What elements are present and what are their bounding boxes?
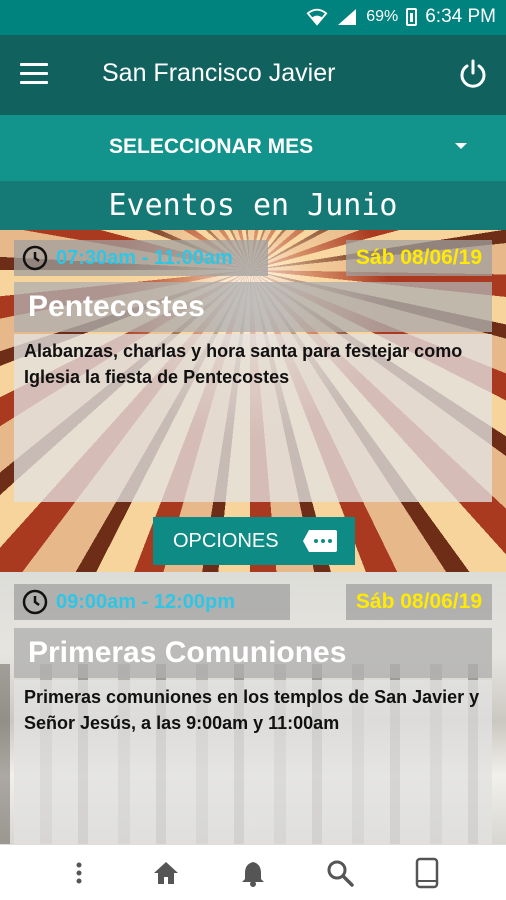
home-icon[interactable] <box>150 857 182 889</box>
event-time: 07:30am - 11:00am <box>56 246 233 269</box>
event-date: Sáb 08/06/19 <box>345 240 492 276</box>
app-bar: San Francisco Javier <box>0 35 506 115</box>
bottom-navigation <box>0 844 506 900</box>
battery-percent: 69% <box>366 8 399 25</box>
battery-icon <box>406 8 418 26</box>
event-time: 09:00am - 12:00pm <box>56 590 235 613</box>
power-icon[interactable] <box>458 59 488 89</box>
more-vertical-icon[interactable] <box>63 857 95 889</box>
clock-icon <box>22 245 48 271</box>
event-time-chip: 07:30am - 11:00am <box>14 240 268 276</box>
event-card[interactable]: 07:30am - 11:00am Sáb 08/06/19 Pentecost… <box>0 230 506 572</box>
bell-icon[interactable] <box>237 857 269 889</box>
event-title: Pentecostes <box>14 282 492 332</box>
options-button[interactable]: OPCIONES <box>153 517 355 565</box>
tablet-icon[interactable] <box>411 857 443 889</box>
search-icon[interactable] <box>324 857 356 889</box>
event-date: Sáb 08/06/19 <box>345 584 492 620</box>
chat-bubble-icon <box>302 530 337 552</box>
event-time-chip: 09:00am - 12:00pm <box>14 584 290 620</box>
app-title: San Francisco Javier <box>102 59 336 87</box>
status-icons: 69% 6:34 PM <box>306 6 496 28</box>
status-bar: 69% 6:34 PM <box>0 0 506 35</box>
options-button-label: OPCIONES <box>173 529 279 552</box>
event-card[interactable]: 09:00am - 12:00pm Sáb 08/06/19 Primeras … <box>0 572 506 844</box>
hamburger-menu-icon[interactable] <box>20 63 48 85</box>
event-description: Alabanzas, charlas y hora santa para fes… <box>14 334 492 502</box>
wifi-icon <box>306 8 328 26</box>
dropdown-caret-icon <box>455 143 467 149</box>
month-selector[interactable]: SELECCIONAR MES <box>0 115 506 181</box>
month-selector-label: SELECCIONAR MES <box>109 135 314 158</box>
event-title: Primeras Comuniones <box>14 628 492 678</box>
clock-icon <box>22 589 48 615</box>
clock-time: 6:34 PM <box>425 6 496 27</box>
signal-icon <box>338 9 357 25</box>
page-title: Eventos en Junio <box>0 181 506 230</box>
event-description: Primeras comuniones en los templos de Sa… <box>14 680 492 844</box>
